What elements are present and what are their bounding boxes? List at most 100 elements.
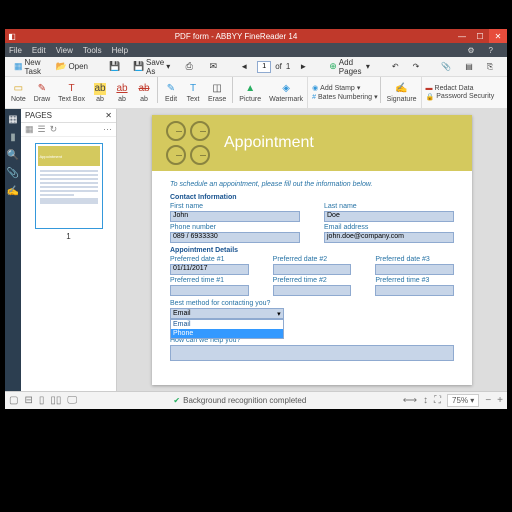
sb-screen-icon[interactable]: 🖵 <box>67 395 77 406</box>
pt2-input[interactable] <box>273 285 352 296</box>
doc-heading: Appointment <box>224 134 314 152</box>
first-name-input[interactable]: John <box>170 211 300 222</box>
phone-label: Phone number <box>170 224 300 231</box>
email-label: Email address <box>324 224 454 231</box>
bates-button[interactable]: #Bates Numbering▾ <box>312 93 378 101</box>
pt2-label: Preferred time #2 <box>273 277 352 284</box>
underline-tool[interactable]: abab <box>111 77 133 108</box>
next-page-button[interactable]: ► <box>294 59 312 74</box>
sb-crop-icon[interactable]: ▢ <box>9 395 18 406</box>
app-icon: ◧ <box>5 29 19 43</box>
zoom-out-button[interactable]: − <box>485 395 491 406</box>
help-icon[interactable]: ? <box>489 46 493 55</box>
sb-dual-icon[interactable]: ▯▯ <box>50 395 61 406</box>
note-tool[interactable]: ▭Note <box>7 77 30 108</box>
menu-help[interactable]: Help <box>112 46 128 55</box>
scan-button[interactable]: ⎘ <box>482 59 498 75</box>
method-option-email[interactable]: Email <box>171 320 283 329</box>
email-input[interactable]: john.doe@company.com <box>324 232 454 243</box>
page-number: 1 <box>66 232 70 241</box>
phone-input[interactable]: 089 / 6933330 <box>170 232 300 243</box>
rail-search-icon[interactable]: 🔍 <box>7 149 19 161</box>
add-pages-button[interactable]: ⊕Add Pages▾ <box>324 55 375 79</box>
menu-edit[interactable]: Edit <box>32 46 46 55</box>
pages-menu-icon[interactable]: ⋯ <box>103 124 112 135</box>
page-input[interactable] <box>257 61 271 73</box>
pages-rotate-icon[interactable]: ↻ <box>50 124 58 135</box>
help-textarea[interactable] <box>170 345 454 361</box>
chevron-down-icon: ▾ <box>277 310 281 318</box>
method-select[interactable]: Email▾ <box>170 308 284 319</box>
pt1-label: Preferred time #1 <box>170 277 249 284</box>
edit-tool[interactable]: ✎Edit <box>160 77 182 108</box>
watermark-tool[interactable]: ◈Watermark <box>265 77 307 108</box>
contact-section: Contact Information <box>170 194 454 201</box>
rail-pages-icon[interactable]: ▦ <box>7 113 19 125</box>
method-option-phone[interactable]: Phone <box>171 329 283 338</box>
rail-bookmark-icon[interactable]: ▮ <box>7 131 19 143</box>
new-task-button[interactable]: ▦New Task <box>9 55 47 79</box>
save-as-button[interactable]: 💾Save As▾ <box>129 55 175 79</box>
pd1-input[interactable]: 01/11/2017 <box>170 264 249 275</box>
rail-attach-icon[interactable]: 📎 <box>7 167 19 179</box>
clock-icons <box>166 121 210 165</box>
pages-grid-icon[interactable]: ▦ <box>25 124 34 135</box>
page-total: 1 <box>286 62 290 71</box>
method-label: Best method for contacting you? <box>170 300 454 307</box>
last-name-label: Last name <box>324 203 454 210</box>
signature-tool[interactable]: ✍Signature <box>383 77 421 108</box>
menu-tools[interactable]: Tools <box>83 46 102 55</box>
draw-tool[interactable]: ✎Draw <box>30 77 54 108</box>
picture-tool[interactable]: ▲Picture <box>235 77 265 108</box>
strikeout-tool[interactable]: abab <box>133 77 155 108</box>
pages-title: PAGES <box>25 111 52 120</box>
open-button[interactable]: 📂Open <box>51 59 93 75</box>
last-name-input[interactable]: Doe <box>324 211 454 222</box>
sb-split-icon[interactable]: ⊟ <box>24 395 32 406</box>
mail-button[interactable]: ✉ <box>203 59 223 75</box>
pages-close-icon[interactable]: ✕ <box>105 111 112 120</box>
pt3-input[interactable] <box>375 285 454 296</box>
pt1-input[interactable] <box>170 285 249 296</box>
menu-view[interactable]: View <box>56 46 73 55</box>
minimize-button[interactable]: — <box>453 29 471 43</box>
sb-fitw-icon[interactable]: ⟷ <box>403 395 417 406</box>
highlight-tool[interactable]: abab <box>89 77 111 108</box>
pages-list-icon[interactable]: ☰ <box>38 124 46 135</box>
sb-fit-icon[interactable]: ⛶ <box>434 395 441 406</box>
pd1-label: Preferred date #1 <box>170 256 249 263</box>
sb-fith-icon[interactable]: ↕ <box>423 395 428 406</box>
prev-page-button[interactable]: ◄ <box>235 59 253 74</box>
password-button[interactable]: 🔒Password Security <box>426 93 495 101</box>
zoom-in-button[interactable]: + <box>497 395 503 406</box>
maximize-button[interactable]: ☐ <box>471 29 489 43</box>
menu-file[interactable]: File <box>9 46 22 55</box>
pd3-input[interactable] <box>375 264 454 275</box>
rotate-left-button[interactable]: ↶ <box>387 59 404 74</box>
first-name-label: First name <box>170 203 300 210</box>
sb-page-icon[interactable]: ▯ <box>39 395 45 406</box>
pd3-label: Preferred date #3 <box>375 256 454 263</box>
appt-section: Appointment Details <box>170 247 454 254</box>
pt3-label: Preferred time #3 <box>375 277 454 284</box>
save-button[interactable]: 💾 <box>105 59 125 75</box>
rotate-right-button[interactable]: ↷ <box>408 59 425 74</box>
add-stamp-button[interactable]: ◉Add Stamp▾ <box>312 84 378 92</box>
page-thumbnail[interactable]: Appointment <box>35 143 103 229</box>
window-title: PDF form - ABBYY FineReader 14 <box>19 32 453 41</box>
check-icon: ✔ <box>173 396 180 405</box>
redact-button[interactable]: ▬Redact Data <box>426 85 495 92</box>
method-dropdown-list: Email Phone <box>170 319 284 339</box>
attach-button[interactable]: 📎 <box>436 59 456 74</box>
rail-signature-icon[interactable]: ✍ <box>7 185 19 197</box>
layers-button[interactable]: ▤ <box>460 59 478 74</box>
textbox-tool[interactable]: TText Box <box>54 77 89 108</box>
settings-icon[interactable]: ⚙ <box>467 46 474 55</box>
erase-tool[interactable]: ◫Erase <box>204 77 230 108</box>
pd2-input[interactable] <box>273 264 352 275</box>
print-button[interactable]: ⎙ <box>179 59 199 75</box>
text-tool[interactable]: TText <box>182 77 204 108</box>
page-of: of <box>275 62 282 71</box>
zoom-select[interactable]: 75% ▾ <box>447 394 479 407</box>
close-button[interactable]: ✕ <box>489 29 507 43</box>
